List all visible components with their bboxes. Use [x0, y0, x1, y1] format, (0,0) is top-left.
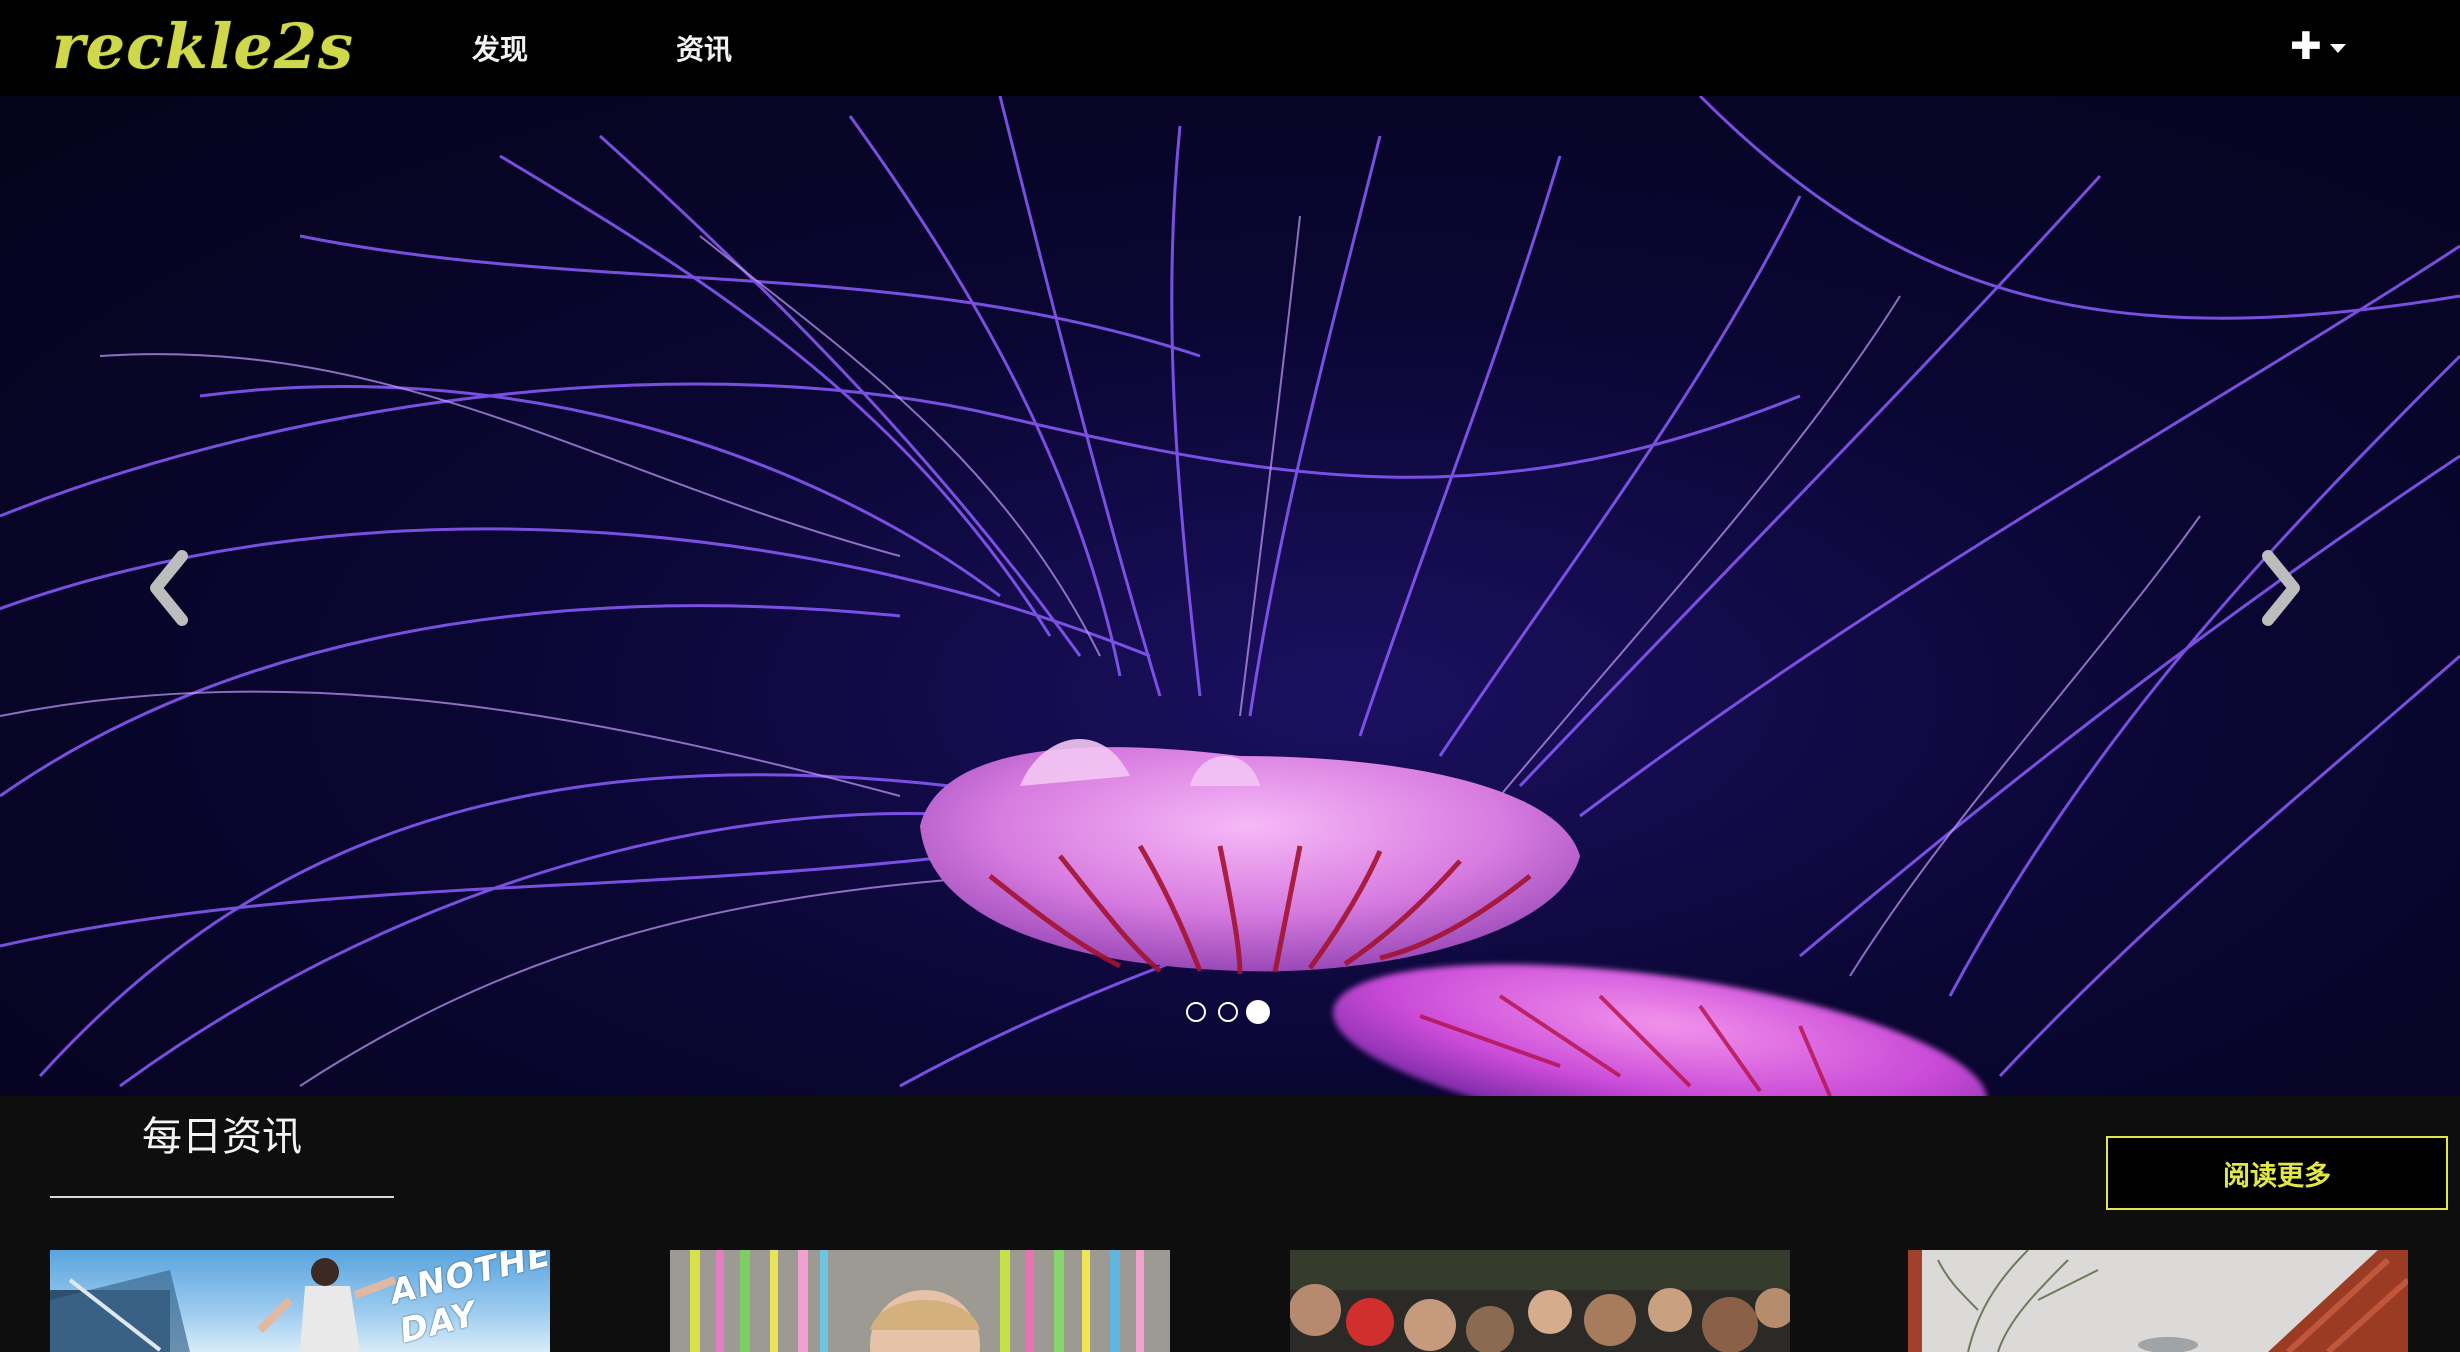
jellyfish-photo [0, 96, 2460, 1096]
news-card-1[interactable]: ANOTHER DAY [50, 1250, 550, 1352]
news-card-2[interactable] [670, 1250, 1170, 1352]
chevron-right-icon [2262, 550, 2300, 626]
carousel-prev-button[interactable] [130, 526, 210, 646]
carousel-dot-2[interactable] [1218, 1002, 1238, 1022]
nav-item-news[interactable]: 资讯 [676, 28, 732, 68]
top-navbar: reckle2s 发现 资讯 ✚ [0, 0, 2460, 96]
add-menu-button[interactable]: ✚ [2290, 24, 2360, 68]
brand-logo[interactable]: reckle2s [52, 10, 354, 83]
chevron-left-icon [150, 550, 188, 626]
news-card-4[interactable] [1908, 1250, 2408, 1352]
bridge-winter-photo [1908, 1250, 2408, 1352]
crowd-photo [1290, 1250, 1790, 1352]
carousel-dot-3-active[interactable] [1246, 1000, 1270, 1024]
plus-icon: ✚ [2290, 24, 2322, 68]
carousel-next-button[interactable] [2240, 526, 2320, 646]
news-card-3[interactable] [1290, 1250, 1790, 1352]
nav-item-discover[interactable]: 发现 [472, 28, 528, 68]
hero-carousel [0, 96, 2460, 1096]
section-divider [50, 1196, 394, 1198]
carousel-indicators [1186, 1000, 1286, 1026]
colorful-tubes-photo [670, 1250, 1170, 1352]
carousel-dot-1[interactable] [1186, 1002, 1206, 1022]
caret-down-icon [2330, 44, 2346, 53]
read-more-button[interactable]: 阅读更多 [2106, 1136, 2448, 1210]
section-title: 每日资讯 [142, 1114, 302, 1160]
daily-news-section: 每日资讯 阅读更多 ANOTHER DAY [0, 1096, 2460, 1352]
